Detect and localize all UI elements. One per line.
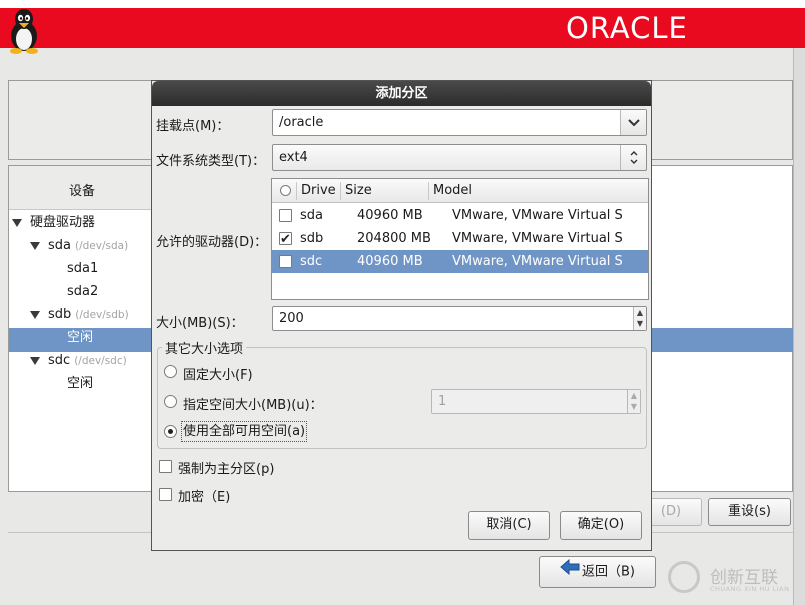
force-primary-checkbox[interactable] (159, 460, 172, 473)
device-tree: 硬盘驱动器 sda (/dev/sda) sda1 sda2 sdb (/dev/s… (10, 211, 150, 395)
reset-button[interactable]: 重设(s) (708, 498, 791, 526)
force-primary-label[interactable]: 强制为主分区(p) (178, 458, 274, 477)
tree-item-sdb-free[interactable]: 空闲 (10, 326, 150, 349)
ok-button[interactable]: 确定(O) (560, 511, 642, 540)
spin-arrows-icon[interactable]: ▲ ▼ (633, 307, 646, 330)
expander-icon[interactable] (30, 310, 40, 319)
fstype-value: ext4 (279, 150, 308, 165)
updown-icon (620, 145, 646, 170)
oracle-logo: ORACLE (566, 11, 688, 45)
drive-checkbox-sdc[interactable] (279, 255, 292, 268)
drive-row-sdc[interactable]: sdc 40960 MB VMware, VMware Virtual S (272, 250, 648, 273)
tux-logo-icon (4, 8, 44, 54)
size-label: 大小(MB)(S)： (156, 316, 244, 331)
drive-row-sdb[interactable]: sdb 204800 MB VMware, VMware Virtual S (272, 227, 648, 251)
watermark-logo-icon (668, 561, 700, 593)
tree-item-sdc[interactable]: sdc (/dev/sdc) (10, 349, 150, 372)
expander-icon[interactable] (30, 241, 40, 250)
tree-item-sdb[interactable]: sdb (/dev/sdb) (10, 303, 150, 326)
chevron-down-icon[interactable] (620, 110, 646, 135)
fstype-label: 文件系统类型(T)： (156, 154, 266, 169)
spin-arrows-icon: ▲ ▼ (627, 390, 640, 413)
radio-fixed-size-label[interactable]: 固定大小(F) (183, 364, 253, 383)
tree-item-sdc-free[interactable]: 空闲 (10, 372, 150, 395)
add-partition-dialog: 添加分区 挂载点(M)： /oracle 文件系统类型(T)： ext4 允许的… (151, 80, 652, 551)
drive-row-sda[interactable]: sda 40960 MB VMware, VMware Virtual S (272, 204, 648, 227)
radio-fill-all-label[interactable]: 使用全部可用空间(a) (181, 421, 308, 442)
col-drive[interactable]: Drive (296, 182, 336, 200)
radio-fill-upto-label[interactable]: 指定空间大小(MB)(u)： (183, 394, 323, 413)
fstype-select[interactable]: ext4 (272, 144, 647, 171)
allowed-drives-label: 允许的驱动器(D)： (156, 235, 268, 250)
device-column-label: 设备 (69, 184, 96, 199)
tree-item-sda2[interactable]: sda2 (10, 280, 150, 303)
drive-checkbox-sda[interactable] (279, 209, 292, 222)
col-model[interactable]: Model (428, 182, 472, 200)
tree-column-header[interactable]: 设备 (9, 166, 155, 210)
size-value[interactable]: 200 (279, 311, 304, 326)
drives-table: Drive Size Model sda 40960 MB VMware, VM… (271, 178, 649, 300)
encrypt-label[interactable]: 加密（E) (178, 486, 230, 505)
size-spinbox[interactable]: 200 ▲ ▼ (272, 306, 647, 331)
expander-icon[interactable] (12, 218, 22, 227)
scrollbar-track[interactable] (793, 48, 805, 605)
col-size[interactable]: Size (340, 182, 372, 200)
expander-icon[interactable] (30, 356, 40, 365)
fill-upto-spinbox[interactable]: 1 ▲ ▼ (431, 389, 641, 414)
back-button[interactable]: 返回（B) (539, 556, 656, 588)
watermark-subtext: CHUANG XIN HU LIAN (710, 585, 790, 593)
top-strip (0, 0, 805, 8)
radio-fill-upto[interactable] (164, 395, 177, 408)
radio-fill-all[interactable] (164, 425, 177, 438)
dialog-title: 添加分区 (152, 81, 651, 106)
other-size-options-title: 其它大小选项 (162, 338, 247, 357)
drives-table-header: Drive Size Model (272, 179, 648, 203)
mount-point-value[interactable]: /oracle (279, 115, 323, 130)
mount-point-label: 挂载点(M)： (156, 119, 230, 134)
watermark: 创新互联 CHUANG XIN HU LIAN (668, 557, 798, 597)
mount-point-combo[interactable]: /oracle (272, 109, 647, 136)
encrypt-checkbox[interactable] (159, 488, 172, 501)
back-arrow-icon (560, 557, 580, 587)
tree-item-hard-drives[interactable]: 硬盘驱动器 (10, 211, 150, 234)
select-all-toggle[interactable] (280, 185, 291, 196)
radio-fixed-size[interactable] (164, 365, 177, 378)
cancel-button[interactable]: 取消(C) (468, 511, 550, 540)
tree-item-sda[interactable]: sda (/dev/sda) (10, 234, 150, 257)
fill-upto-value: 1 (438, 394, 447, 409)
drive-checkbox-sdb[interactable] (279, 228, 292, 251)
tree-item-sda1[interactable]: sda1 (10, 257, 150, 280)
